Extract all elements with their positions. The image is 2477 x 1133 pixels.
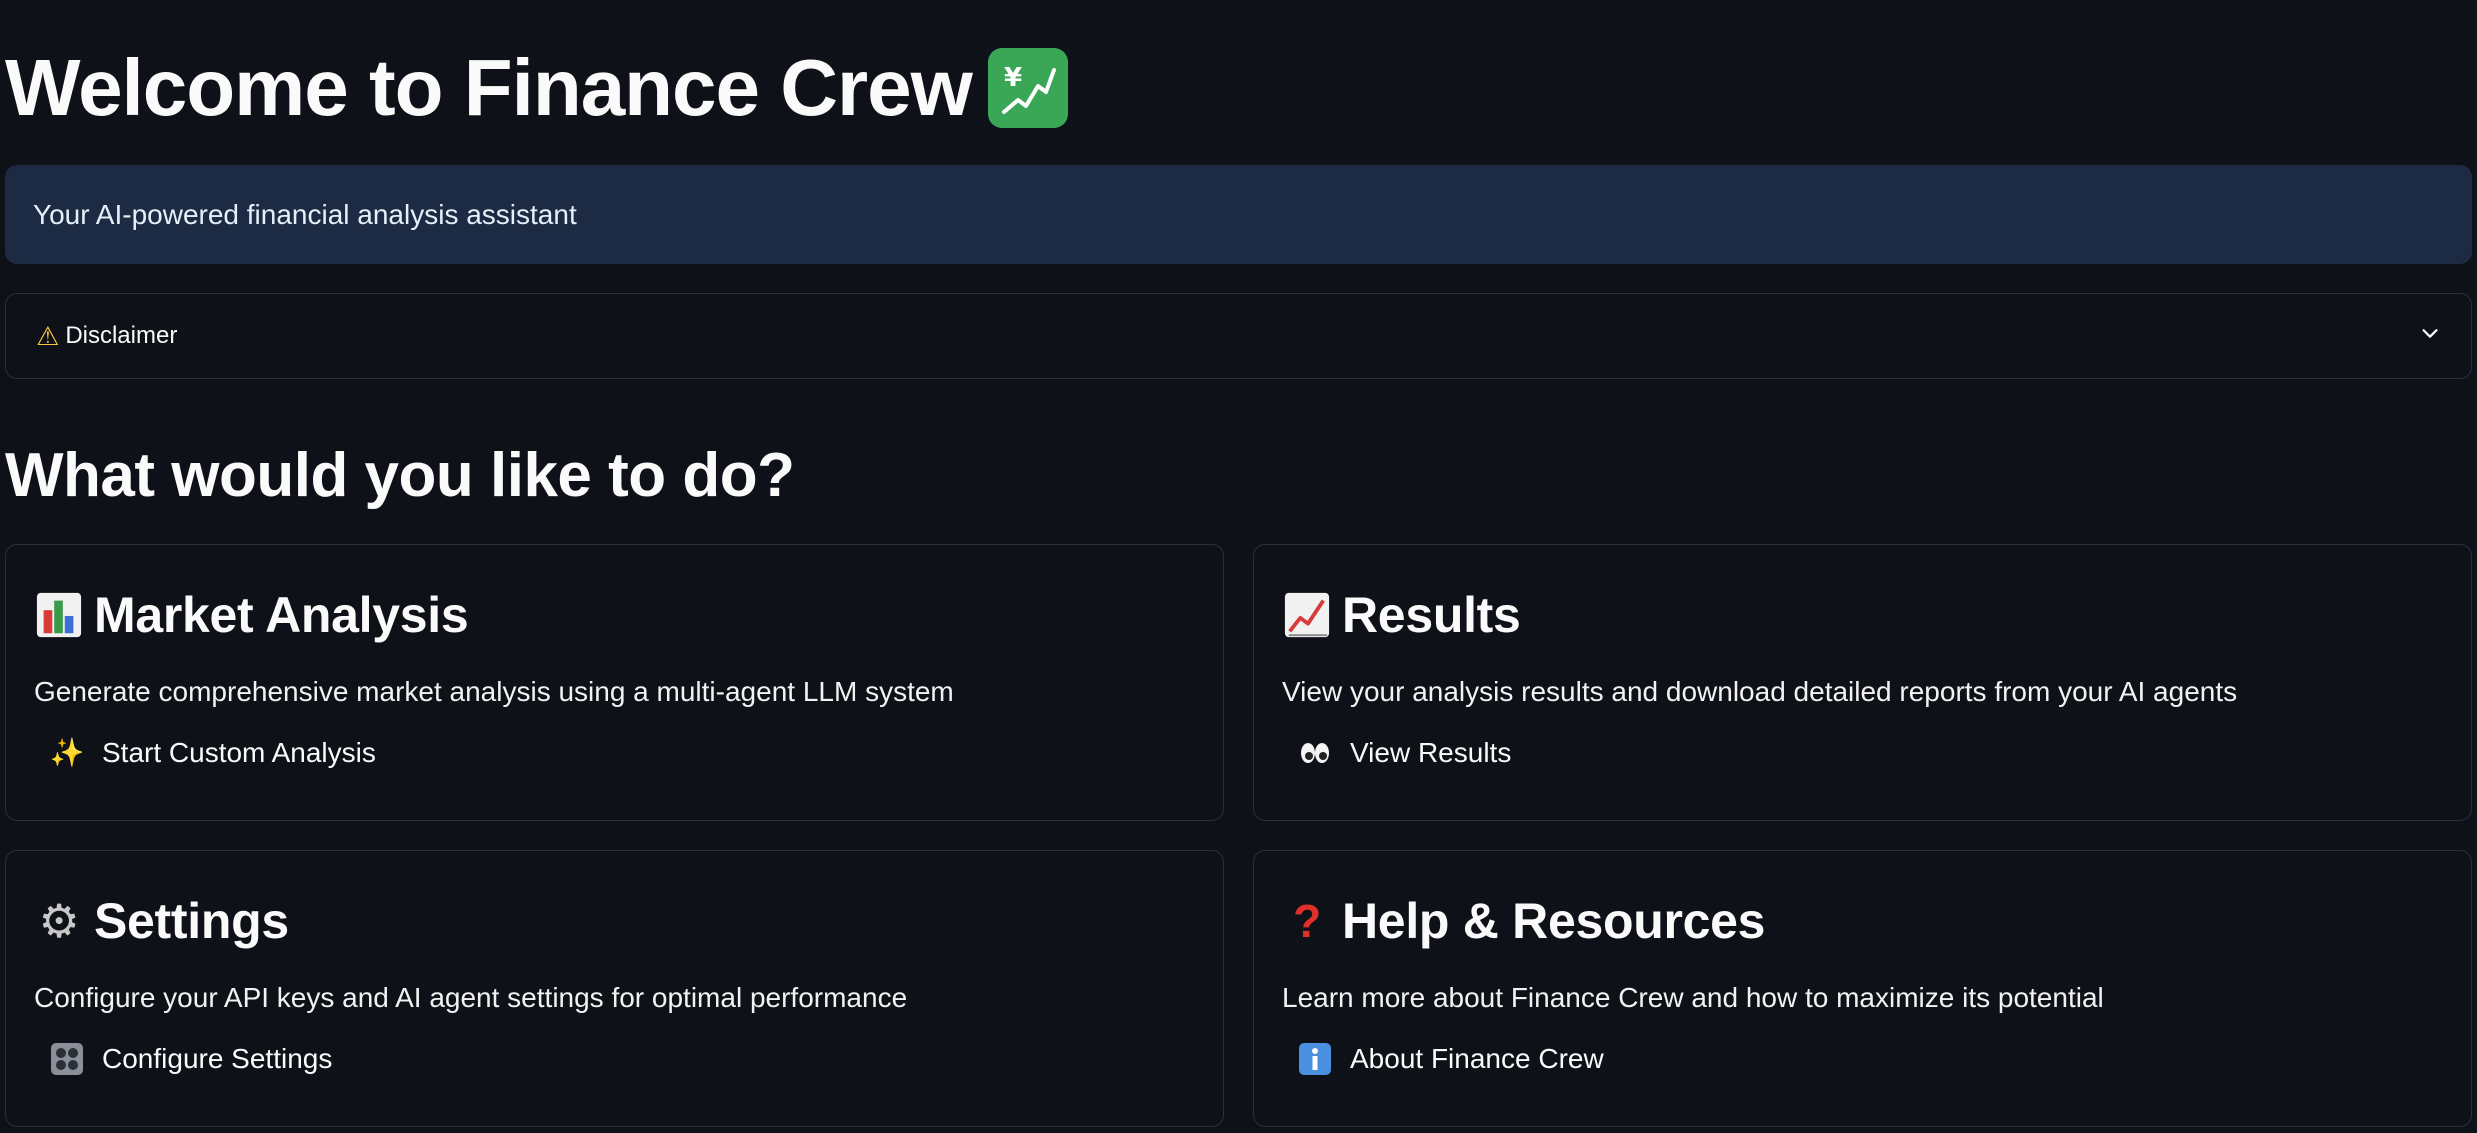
eyes-icon (1298, 736, 1332, 770)
info-banner-text: Your AI-powered financial analysis assis… (33, 198, 577, 230)
start-custom-analysis-button[interactable]: ✨ Start Custom Analysis (50, 735, 376, 771)
section-heading: What would you like to do? (5, 441, 795, 510)
card-description: Generate comprehensive market analysis u… (34, 676, 954, 707)
card-title: Help & Resources (1342, 893, 1766, 949)
bar-chart-icon (34, 590, 84, 640)
card-results: Results View your analysis results and d… (1253, 544, 2472, 821)
chevron-down-icon[interactable] (2419, 322, 2441, 351)
button-label: Configure Settings (102, 1043, 333, 1074)
disclaimer-expander[interactable]: ⚠ Disclaimer (5, 293, 2472, 379)
card-description: Learn more about Finance Crew and how to… (1282, 982, 2104, 1013)
info-banner: Your AI-powered financial analysis assis… (5, 165, 2472, 264)
about-finance-crew-button[interactable]: About Finance Crew (1298, 1041, 1604, 1077)
card-description: Configure your API keys and AI agent set… (34, 982, 908, 1013)
disclaimer-label: Disclaimer (65, 322, 178, 349)
page-title: Welcome to Finance Crew ¥ (5, 40, 1068, 136)
control-knobs-icon (50, 1042, 84, 1076)
configure-settings-button[interactable]: Configure Settings (50, 1041, 332, 1077)
card-description: View your analysis results and download … (1282, 676, 2238, 707)
card-title: Settings (94, 893, 289, 949)
button-label: View Results (1350, 737, 1512, 768)
chart-yen-icon: ¥ (987, 48, 1068, 128)
card-settings: ⚙ Settings Configure your API keys and A… (5, 850, 1224, 1127)
page-title-text: Welcome to Finance Crew (5, 43, 973, 132)
card-help-resources: ? Help & Resources Learn more about Fina… (1253, 850, 2472, 1127)
gear-icon: ⚙ (38, 895, 80, 947)
page: Welcome to Finance Crew ¥ Your AI-powere… (0, 0, 2477, 1133)
sparkles-icon: ✨ (49, 737, 85, 768)
svg-text:¥: ¥ (1004, 63, 1022, 93)
card-market-analysis: Market Analysis Generate comprehensive m… (5, 544, 1224, 821)
info-icon (1298, 1042, 1332, 1076)
button-label: About Finance Crew (1350, 1043, 1604, 1074)
trending-up-chart-icon (1282, 590, 1332, 640)
warning-icon: ⚠ (36, 320, 60, 351)
card-title: Market Analysis (94, 587, 469, 643)
button-label: Start Custom Analysis (102, 737, 376, 768)
view-results-button[interactable]: View Results (1298, 735, 1511, 771)
card-title: Results (1342, 587, 1521, 643)
question-mark-icon: ? (1293, 895, 1321, 947)
